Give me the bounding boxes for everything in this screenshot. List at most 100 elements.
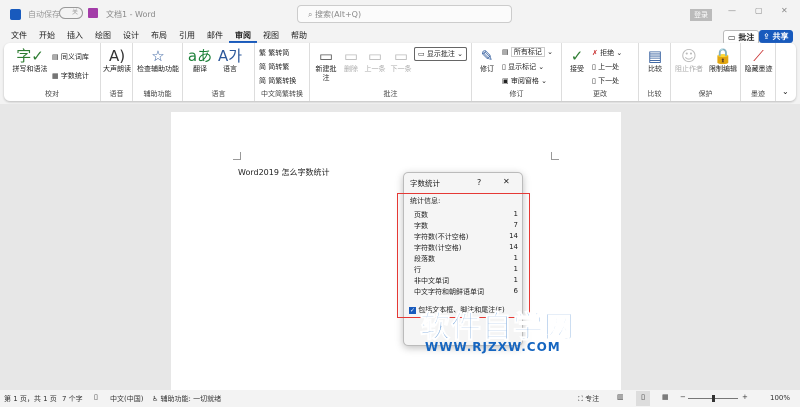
thesaurus-button[interactable]: ▤ 同义词库 <box>52 52 89 62</box>
prev-comment-button[interactable]: ▭ 上一条 <box>362 47 388 74</box>
share-button[interactable]: ⇪ 共享 <box>759 30 793 43</box>
status-bar: 第 1 页，共 1 页 7 个字 ▯ 中文(中国) ♿ 辅助功能: 一切就绪 ⛶… <box>0 390 800 407</box>
restrict-editing-button[interactable]: 🔒 限制编辑 <box>706 47 740 74</box>
tab-view[interactable]: 视图 <box>257 29 285 43</box>
show-comments-label: 显示批注 <box>426 50 455 58</box>
previous-change-button[interactable]: ▯ 上一处 <box>592 62 619 72</box>
block-authors-label: 阻止作者 <box>675 65 703 73</box>
help-button[interactable]: ? <box>477 178 481 187</box>
s2t-button[interactable]: 简 简转繁 <box>259 62 289 72</box>
comments-label: 批注 <box>738 33 755 42</box>
track-changes-button[interactable]: ✎ 修订 <box>476 47 498 74</box>
dialog-title: 字数统计 <box>410 179 440 188</box>
login-button[interactable]: 登录 <box>690 9 712 21</box>
reject-button[interactable]: ✗ 拒绝 ⌄ <box>592 48 622 58</box>
read-mode-icon[interactable]: ▥ <box>617 393 624 401</box>
translate-label: 翻译 <box>193 65 207 73</box>
markup-dropdown[interactable]: ▤ 所有标记 ⌄ <box>502 47 553 57</box>
group-label: 修订 <box>509 90 524 98</box>
translate-button[interactable]: aあ 翻译 <box>187 47 213 74</box>
accessibility-status[interactable]: ♿ 辅助功能: 一切就绪 <box>152 394 221 404</box>
tab-file[interactable]: 文件 <box>5 29 33 43</box>
zoom-in-button[interactable]: + <box>742 393 748 401</box>
group-label: 校对 <box>45 90 59 98</box>
block-authors-icon: ☺ <box>681 47 697 65</box>
word-count-status[interactable]: 7 个字 <box>62 394 83 404</box>
s2t-label: 简转繁 <box>268 63 290 71</box>
show-comments-dropdown[interactable]: ▭ 显示批注 ⌄ <box>414 47 467 61</box>
next-label: 下一处 <box>598 77 620 85</box>
next-comment-button[interactable]: ▭ 下一条 <box>388 47 414 74</box>
reject-label: 拒绝 <box>600 49 615 57</box>
markup-value: 所有标记 <box>510 47 545 57</box>
search-input[interactable]: ⌕ 搜索(Alt+Q) <box>297 5 512 23</box>
word-count-button[interactable]: ▦ 字数统计 <box>52 71 89 81</box>
language-status[interactable]: 中文(中国) <box>110 394 143 404</box>
delete-comment-icon: ▭ <box>343 47 359 65</box>
zoom-out-button[interactable]: − <box>680 393 686 401</box>
page-count[interactable]: 第 1 页，共 1 页 <box>4 394 57 404</box>
translate-icon: aあ <box>187 47 213 65</box>
group-label: 更改 <box>593 90 607 98</box>
check-accessibility-button[interactable]: ☆ 检查辅助功能 <box>135 47 181 74</box>
tab-references[interactable]: 引用 <box>173 29 201 43</box>
tab-design[interactable]: 设计 <box>117 29 145 43</box>
ribbon: 字✓ 拼写和语法 ▤ 同义词库 ▦ 字数统计 校对 A) 大声朗读 语音 ☆ 检查辅助… <box>4 43 796 101</box>
print-layout-icon[interactable]: ▯ <box>636 391 650 406</box>
language-button[interactable]: A가 语言 <box>217 47 243 74</box>
tab-layout[interactable]: 布局 <box>145 29 173 43</box>
tab-mailings[interactable]: 邮件 <box>201 29 229 43</box>
maximize-button[interactable]: ▢ <box>755 6 763 15</box>
tab-help[interactable]: 帮助 <box>285 29 313 43</box>
group-label: 批注 <box>383 90 398 98</box>
tab-insert[interactable]: 插入 <box>61 29 89 43</box>
restrict-label: 限制编辑 <box>709 65 737 73</box>
hide-ink-button[interactable]: ⟋ 隐藏墨迹 <box>743 47 774 74</box>
zoom-slider-thumb[interactable] <box>712 395 715 402</box>
group-label: 辅助功能 <box>143 90 172 98</box>
show-markup-button[interactable]: ▯ 显示标记 ⌄ <box>502 62 544 72</box>
zoom-slider[interactable] <box>688 395 738 402</box>
new-comment-button[interactable]: ▭ 新建批注 <box>314 47 338 83</box>
group-speech: A) 大声朗读 语音 <box>101 43 133 101</box>
compare-button[interactable]: ▤ 比较 <box>643 47 667 74</box>
close-button[interactable]: ✕ <box>781 6 788 15</box>
autosave-label: 自动保存 <box>28 10 60 19</box>
group-label: 比较 <box>647 90 662 98</box>
new-comment-label: 新建批注 <box>315 65 337 82</box>
minimize-button[interactable]: — <box>728 6 736 15</box>
margin-mark <box>551 152 559 160</box>
dialog-close-button[interactable]: ✕ <box>503 177 510 186</box>
convert-label: 简繁转换 <box>268 77 297 85</box>
tab-draw[interactable]: 绘图 <box>89 29 117 43</box>
group-protect: ☺ 阻止作者 🔒 限制编辑 保护 <box>671 43 741 101</box>
read-aloud-label: 大声朗读 <box>103 65 131 73</box>
collapse-ribbon-icon[interactable]: ⌄ <box>782 87 789 96</box>
share-label: 共享 <box>772 32 789 41</box>
read-aloud-button[interactable]: A) 大声朗读 <box>103 47 131 74</box>
web-layout-icon[interactable]: ▦ <box>662 393 669 401</box>
save-icon[interactable] <box>88 8 98 18</box>
document-title: 文档1 - Word <box>106 10 156 19</box>
document-text[interactable]: Word2019 怎么字数统计 <box>238 167 329 178</box>
tab-home[interactable]: 开始 <box>33 29 61 43</box>
compare-icon: ▤ <box>647 47 663 65</box>
track-changes-icon: ✎ <box>480 47 494 65</box>
group-label: 语音 <box>109 90 124 98</box>
tab-review[interactable]: 审阅 <box>229 29 257 43</box>
accept-button[interactable]: ✓ 接受 <box>566 47 588 74</box>
next-change-button[interactable]: ▯ 下一处 <box>592 76 619 86</box>
proofing-icon[interactable]: ▯ <box>94 393 98 401</box>
t2s-button[interactable]: 繁 繁转简 <box>259 48 289 58</box>
delete-comment-button[interactable]: ▭ 删除 <box>340 47 362 74</box>
autosave-toggle[interactable]: 关 <box>59 7 83 19</box>
group-label: 保护 <box>698 90 713 98</box>
convert-button[interactable]: 简 简繁转换 <box>259 76 296 86</box>
group-accessibility: ☆ 检查辅助功能 辅助功能 <box>133 43 183 101</box>
spelling-button[interactable]: 字✓ 拼写和语法 <box>10 47 50 74</box>
block-authors-button[interactable]: ☺ 阻止作者 <box>673 47 705 74</box>
reviewing-pane-button[interactable]: ▣ 审阅窗格 ⌄ <box>502 76 547 86</box>
next-comment-icon: ▭ <box>393 47 409 65</box>
focus-button[interactable]: ⛶ 专注 <box>578 394 599 404</box>
zoom-level[interactable]: 100% <box>770 394 790 402</box>
